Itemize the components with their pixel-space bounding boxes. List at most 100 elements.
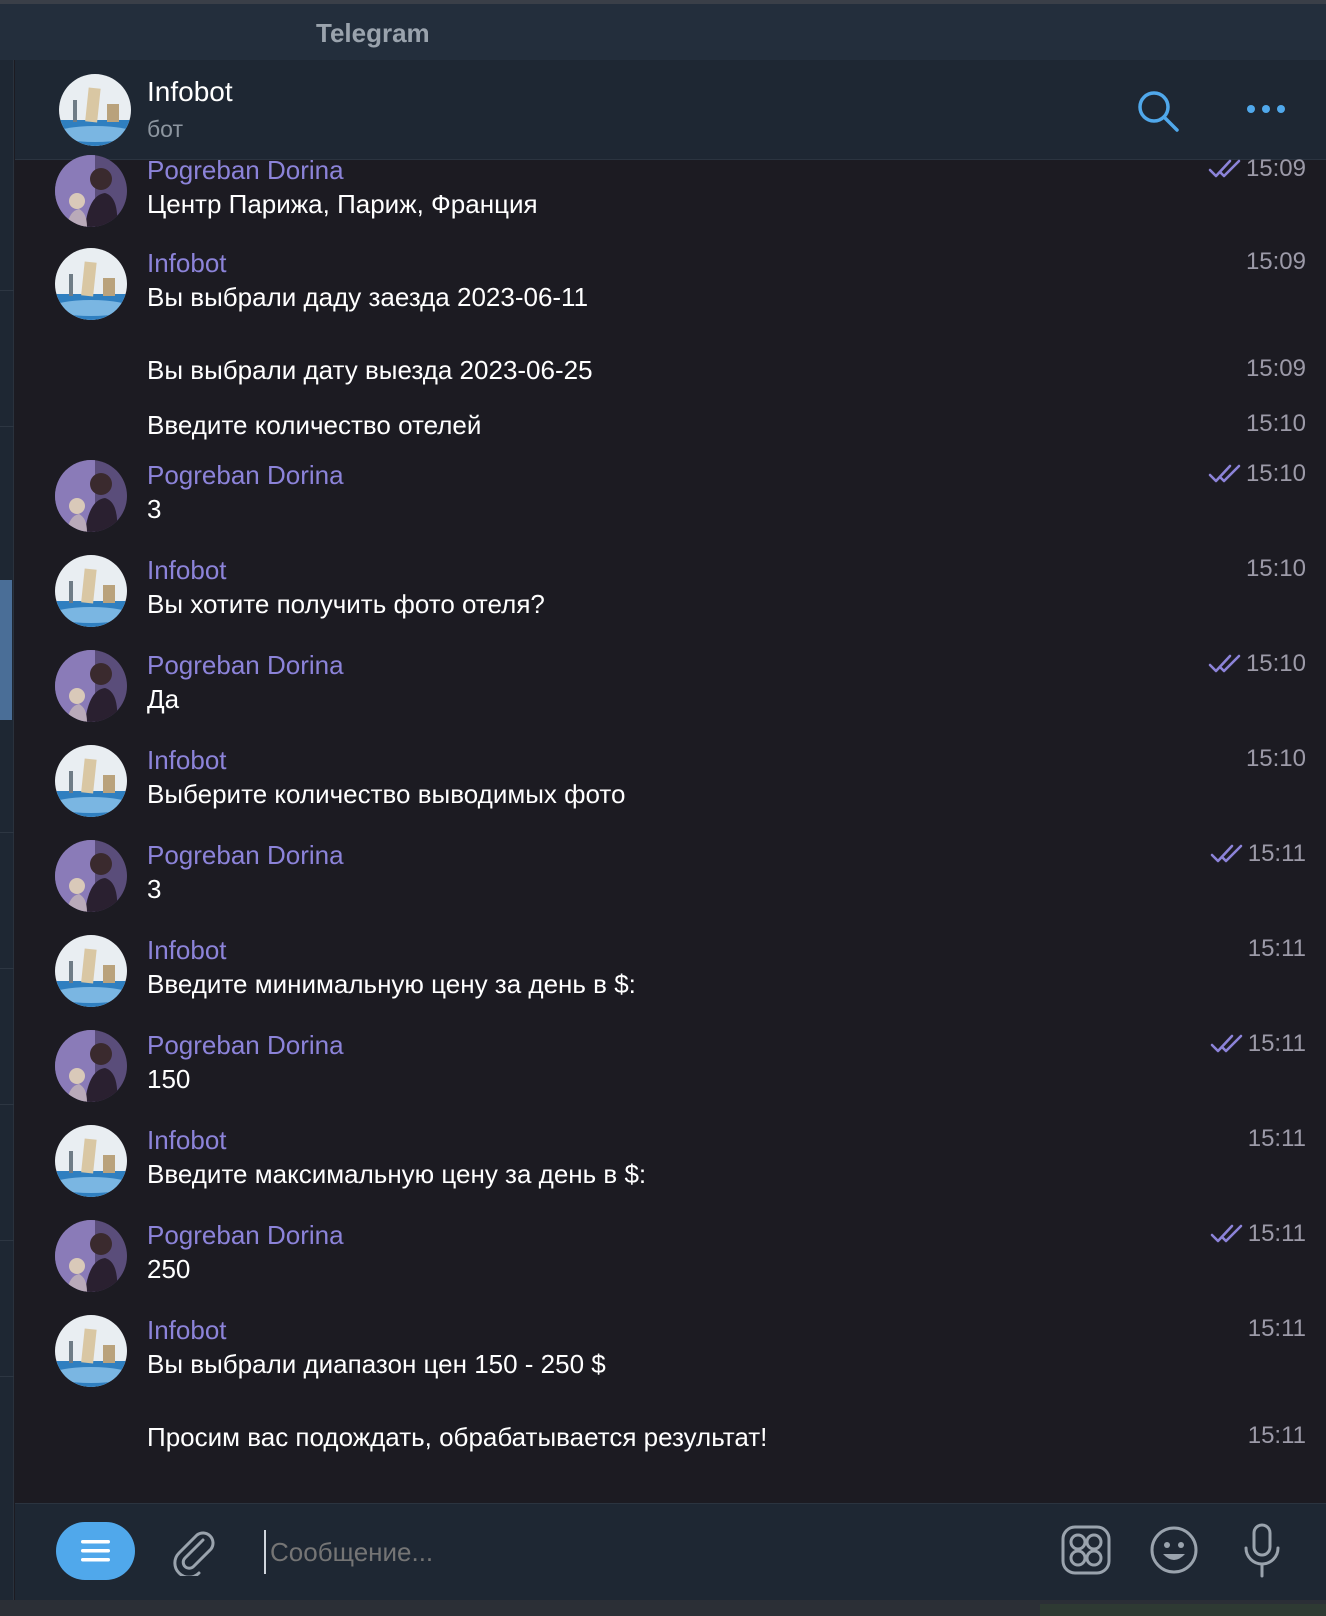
menu-icon — [81, 1540, 110, 1562]
message-sender[interactable]: Infobot — [147, 1125, 227, 1156]
read-checkmark-icon — [1210, 844, 1243, 863]
message-meta: 15:10 — [1246, 410, 1306, 438]
chat-list-strip[interactable] — [0, 60, 14, 1600]
paperclip-icon[interactable] — [169, 1526, 219, 1576]
message-meta: 15:10 — [1246, 555, 1306, 583]
message-text: Введите минимальную цену за день в $: — [147, 969, 636, 999]
message-row[interactable]: Infobot Введите максимальную цену за день… — [15, 1125, 1326, 1205]
chat-list-divider — [0, 1104, 14, 1105]
read-checkmark-icon — [1208, 654, 1241, 673]
message-time: 15:10 — [1245, 555, 1306, 582]
chat-status: бот — [147, 116, 183, 142]
message-row[interactable]: Введите количество отелей 15:10 — [15, 400, 1326, 440]
message-meta: 15:11 — [1210, 1220, 1306, 1248]
message-row[interactable]: Pogreban Dorina 3 15:10 — [15, 460, 1326, 540]
message-text: Центр Парижа, Париж, Франция — [147, 189, 538, 219]
bot-avatar[interactable] — [59, 74, 131, 146]
user-avatar[interactable] — [55, 840, 127, 912]
message-time: 15:11 — [1247, 1220, 1306, 1247]
message-row[interactable]: Pogreban Dorina 250 15:11 — [15, 1220, 1326, 1300]
message-time: 15:10 — [1245, 745, 1306, 772]
user-avatar[interactable] — [55, 1030, 127, 1102]
chat-list-divider — [0, 1240, 14, 1241]
message-row[interactable]: Просим вас подождать, обрабатывается рез… — [15, 1412, 1326, 1452]
user-avatar[interactable] — [55, 1220, 127, 1292]
emoji-icon[interactable] — [1148, 1524, 1200, 1576]
bot-avatar[interactable] — [55, 248, 127, 320]
message-meta: 15:11 — [1248, 1125, 1306, 1153]
read-checkmark-icon — [1210, 1034, 1243, 1053]
message-sender[interactable]: Infobot — [147, 555, 227, 586]
bot-avatar[interactable] — [55, 555, 127, 627]
message-row[interactable]: Pogreban Dorina 150 15:11 — [15, 1030, 1326, 1110]
bot-avatar[interactable] — [55, 1125, 127, 1197]
message-text: Введите максимальную цену за день в $: — [147, 1159, 647, 1189]
message-sender[interactable]: Pogreban Dorina — [147, 1030, 344, 1061]
window-titlebar: Telegram — [0, 0, 1326, 60]
message-meta: 15:10 — [1246, 745, 1306, 773]
read-checkmark-icon — [1208, 159, 1241, 178]
message-sender[interactable]: Pogreban Dorina — [147, 460, 344, 491]
selected-chat-indicator — [0, 580, 12, 720]
message-time: 15:11 — [1247, 1422, 1306, 1449]
sticker-icon[interactable] — [1060, 1524, 1112, 1576]
message-time: 15:11 — [1247, 840, 1306, 867]
message-text: Просим вас подождать, обрабатывается рез… — [147, 1422, 768, 1452]
bot-avatar[interactable] — [55, 1315, 127, 1387]
message-text: Вы выбрали диапазон цен 150 - 250 $ — [147, 1349, 606, 1379]
window-bottom-edge — [0, 1600, 1326, 1616]
message-row[interactable]: Infobot Выберите количество выводимых фот… — [15, 745, 1326, 825]
message-time: 15:11 — [1247, 1125, 1306, 1152]
message-row[interactable]: Infobot Вы выбрали даду заезда 2023-06-11… — [15, 248, 1326, 328]
message-sender[interactable]: Pogreban Dorina — [147, 155, 344, 186]
message-row[interactable]: Вы выбрали дату выезда 2023-06-25 15:09 — [15, 345, 1326, 385]
message-sender[interactable]: Infobot — [147, 248, 227, 279]
message-text: Вы хотите получить фото отеля? — [147, 589, 545, 619]
user-avatar[interactable] — [55, 155, 127, 227]
message-text: 150 — [147, 1064, 191, 1094]
message-sender[interactable]: Pogreban Dorina — [147, 840, 344, 871]
message-meta: 15:10 — [1208, 650, 1306, 678]
more-dots-icon[interactable] — [1243, 94, 1289, 124]
message-sender[interactable]: Pogreban Dorina — [147, 1220, 344, 1251]
message-input[interactable] — [264, 1530, 1004, 1574]
message-time: 15:09 — [1245, 155, 1306, 182]
bottom-edge-highlight — [1040, 1604, 1326, 1616]
message-list[interactable]: Pogreban Dorina Центр Парижа, Париж, Фран… — [15, 155, 1326, 1503]
message-row[interactable]: Pogreban Dorina Да 15:10 — [15, 650, 1326, 730]
user-avatar[interactable] — [55, 460, 127, 532]
message-meta: 15:11 — [1248, 1315, 1306, 1343]
read-checkmark-icon — [1210, 1224, 1243, 1243]
message-row[interactable]: Infobot Вы хотите получить фото отеля? 15:… — [15, 555, 1326, 635]
message-text: Да — [147, 684, 180, 714]
bot-avatar[interactable] — [55, 935, 127, 1007]
message-sender[interactable]: Infobot — [147, 745, 227, 776]
search-icon[interactable] — [1135, 88, 1181, 134]
message-time: 15:11 — [1247, 935, 1306, 962]
message-sender[interactable]: Infobot — [147, 935, 227, 966]
message-meta: 15:11 — [1210, 840, 1306, 868]
chat-list-divider — [0, 426, 14, 427]
message-meta: 15:10 — [1208, 460, 1306, 488]
bot-menu-button[interactable] — [56, 1522, 135, 1580]
message-row[interactable]: Infobot Вы выбрали диапазон цен 150 - 250… — [15, 1315, 1326, 1395]
message-time: 15:09 — [1245, 355, 1306, 382]
user-avatar[interactable] — [55, 650, 127, 722]
message-meta: 15:11 — [1248, 935, 1306, 963]
message-time: 15:10 — [1245, 460, 1306, 487]
message-time: 15:10 — [1245, 410, 1306, 437]
message-meta: 15:09 — [1246, 355, 1306, 383]
message-row[interactable]: Pogreban Dorina 3 15:11 — [15, 840, 1326, 920]
message-text: Вы выбрали даду заезда 2023-06-11 — [147, 282, 589, 312]
window-title: Telegram — [316, 18, 430, 48]
message-row[interactable]: Infobot Введите минимальную цену за день … — [15, 935, 1326, 1015]
message-time: 15:10 — [1245, 650, 1306, 677]
read-checkmark-icon — [1208, 464, 1241, 483]
bot-avatar[interactable] — [55, 745, 127, 817]
message-row[interactable]: Pogreban Dorina Центр Парижа, Париж, Фран… — [15, 155, 1326, 235]
microphone-icon[interactable] — [1240, 1522, 1284, 1580]
message-time: 15:11 — [1247, 1315, 1306, 1342]
message-text: Выберите количество выводимых фото — [147, 779, 626, 809]
message-sender[interactable]: Infobot — [147, 1315, 227, 1346]
message-sender[interactable]: Pogreban Dorina — [147, 650, 344, 681]
